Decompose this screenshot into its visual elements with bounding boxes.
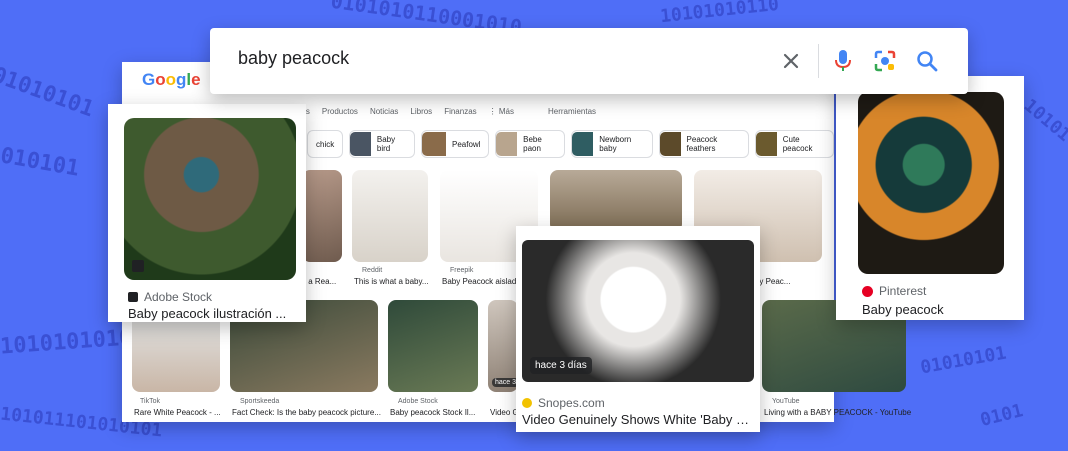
baby-peacock-image[interactable]: [124, 118, 296, 280]
background-binary-pattern: 10101: [1019, 95, 1068, 146]
card-title[interactable]: Video Genuinely Shows White 'Baby Pe...: [522, 412, 754, 427]
result-caption[interactable]: Baby Peacock aislado: [442, 277, 521, 286]
tab-finanzas[interactable]: Finanzas: [444, 107, 476, 116]
chip-thumbnail: [659, 132, 681, 156]
result-image[interactable]: [550, 170, 682, 232]
search-bar: baby peacock: [210, 28, 968, 94]
chip-thumbnail: [572, 132, 594, 156]
card-source: Adobe Stock: [128, 290, 212, 304]
chip-baby-bird[interactable]: Baby bird: [349, 130, 415, 158]
card-title[interactable]: Baby peacock: [862, 302, 1012, 317]
card-source: Snopes.com: [522, 396, 605, 410]
duration-badge: hace 3: [492, 378, 520, 387]
tab-noticias[interactable]: Noticias: [370, 107, 398, 116]
result-card-snopes[interactable]: hace 3 días Snopes.com Video Genuinely S…: [516, 226, 760, 432]
peacock-chick-image[interactable]: [858, 92, 1004, 274]
background-binary-pattern: 1010101010: [0, 325, 134, 360]
result-caption[interactable]: Video G: [490, 408, 519, 417]
result-source: YouTube: [772, 398, 800, 405]
chip-peacock-feathers[interactable]: Peacock feathers: [658, 130, 750, 158]
card-source: Pinterest: [862, 284, 926, 298]
chip-thumbnail: [496, 132, 518, 156]
tab-mas[interactable]: ⋮ Más: [489, 107, 514, 116]
result-caption[interactable]: Living with a BABY PEACOCK - YouTube: [764, 408, 911, 417]
chip-peafowl[interactable]: Peafowl: [420, 130, 490, 158]
result-source: Sportskeeda: [240, 398, 280, 405]
result-card-pinterest[interactable]: Pinterest Baby peacock: [836, 76, 1024, 320]
background-binary-pattern: 0101: [978, 400, 1026, 431]
refinement-chips: chick Baby bird Peafowl Bebe paon Newbor…: [307, 130, 834, 158]
tab-libros[interactable]: Libros: [410, 107, 432, 116]
background-binary-pattern: 01010101: [918, 342, 1008, 379]
chip-bebe-paon[interactable]: Bebe paon: [495, 130, 566, 158]
chip-chick[interactable]: chick: [307, 130, 344, 158]
background-binary-pattern: 010101: [0, 143, 82, 182]
result-caption[interactable]: This is what a baby...: [354, 277, 429, 286]
result-caption[interactable]: s a Rea...: [302, 277, 336, 286]
chip-cute-peacock[interactable]: Cute peacock: [755, 130, 834, 158]
result-caption[interactable]: Rare White Peacock - ...: [134, 408, 221, 417]
result-source: Reddit: [362, 267, 383, 274]
background-binary-pattern: 01010101: [0, 62, 98, 123]
result-source: Freepik: [450, 267, 474, 274]
white-baby-peacock-video[interactable]: hace 3 días: [522, 240, 754, 382]
pinterest-icon: [862, 285, 873, 297]
close-icon[interactable]: [776, 46, 806, 76]
result-image[interactable]: [302, 170, 342, 262]
chip-newborn-baby[interactable]: Newborn baby: [571, 130, 653, 158]
chip-thumbnail: [350, 132, 371, 156]
search-input[interactable]: baby peacock: [238, 48, 349, 69]
snopes-icon: [522, 398, 532, 408]
tab-herramientas[interactable]: Herramientas: [548, 107, 596, 116]
microphone-icon[interactable]: [828, 46, 858, 76]
result-card-adobe[interactable]: Adobe Stock Baby peacock ilustración ...: [108, 104, 306, 322]
camera-lens-icon[interactable]: [870, 46, 900, 76]
search-divider: [818, 44, 819, 78]
chip-thumbnail: [421, 132, 446, 156]
search-icon[interactable]: [912, 46, 942, 76]
card-title[interactable]: Baby peacock ilustración ...: [128, 306, 298, 321]
background-binary-pattern: 10101010110: [659, 0, 780, 28]
image-type-icon: [132, 260, 144, 272]
result-caption[interactable]: Fact Check: Is the baby peacock picture.…: [232, 408, 381, 417]
result-source: TikTok: [140, 398, 160, 405]
search-tabs: eos Productos Noticias Libros Finanzas ⋮…: [297, 107, 596, 116]
adobe-stock-icon: [128, 292, 138, 302]
chip-thumbnail: [756, 132, 777, 156]
duration-badge: hace 3 días: [530, 357, 592, 374]
google-logo[interactable]: Google: [142, 70, 201, 90]
result-caption[interactable]: Baby peacock Stock Il...: [390, 408, 475, 417]
result-image[interactable]: [352, 170, 428, 262]
result-source: Adobe Stock: [398, 398, 438, 405]
result-image[interactable]: [388, 300, 478, 392]
tab-productos[interactable]: Productos: [322, 107, 358, 116]
